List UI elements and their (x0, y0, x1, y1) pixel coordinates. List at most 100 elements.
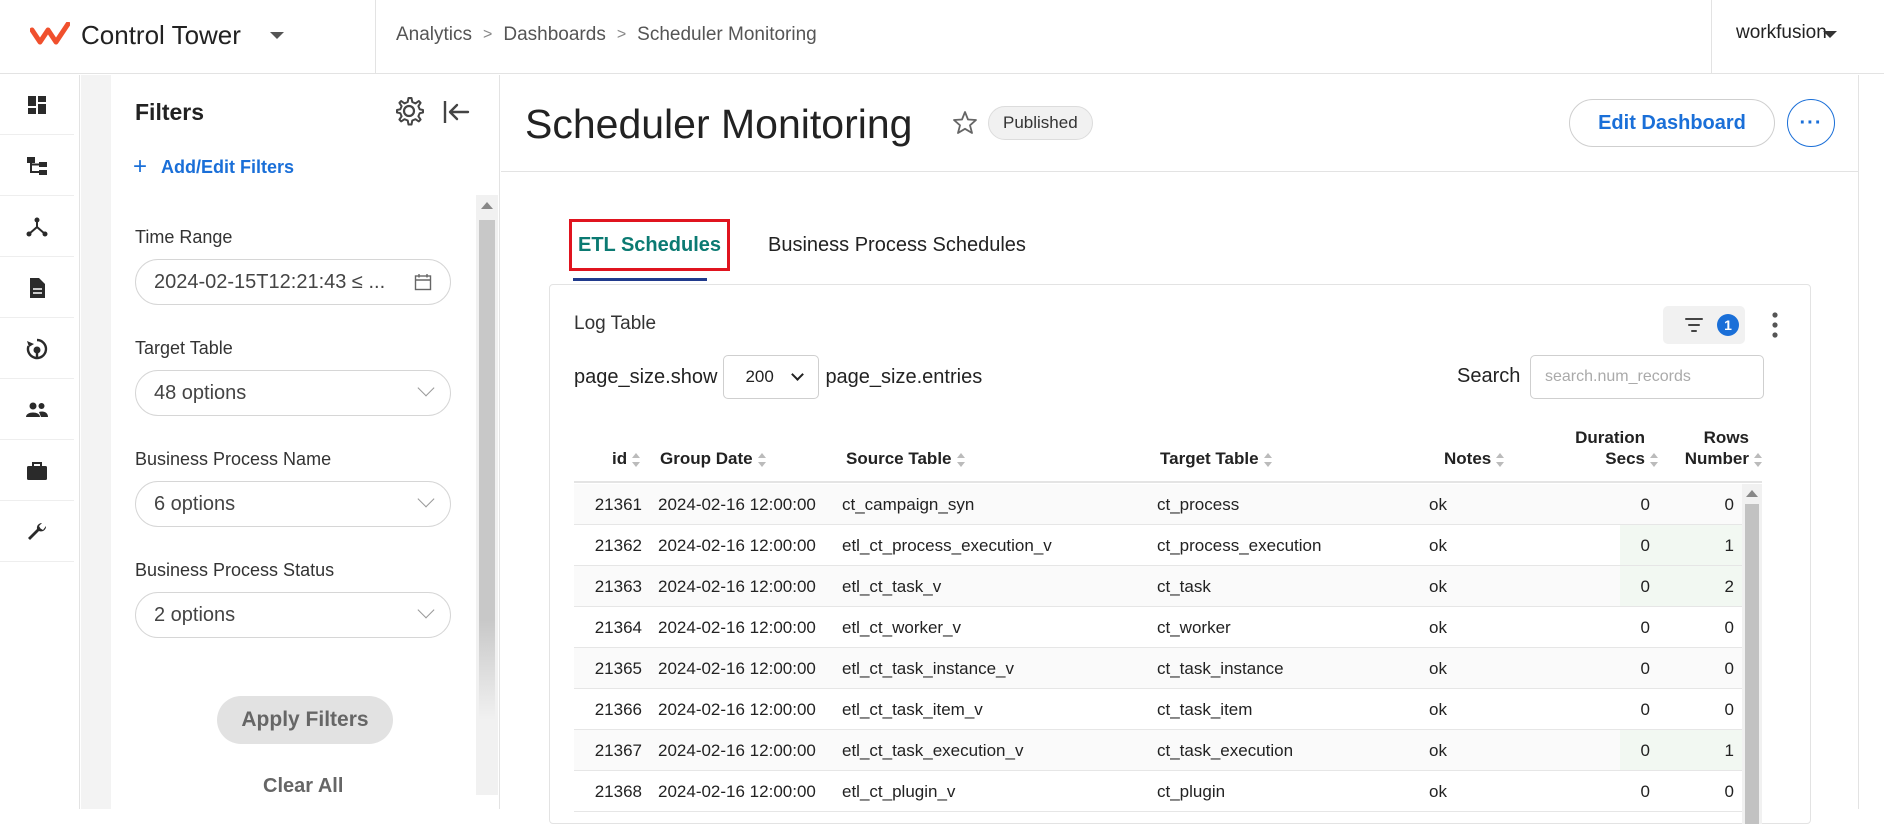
app-switcher-caret-icon[interactable] (270, 32, 284, 39)
cell-target-table: ct_worker (1157, 618, 1231, 637)
filters-gutter (81, 75, 111, 809)
page-size-value: 200 (745, 367, 774, 386)
cell-source-table: etl_ct_task_item_v (842, 700, 983, 719)
search-label: Search (1457, 365, 1521, 387)
collapse-panel-icon[interactable] (441, 97, 471, 127)
users-icon (26, 402, 48, 417)
scroll-up-arrow-icon[interactable] (1746, 490, 1758, 497)
rail-documents[interactable] (0, 258, 74, 318)
filters-scrollbar-thumb[interactable] (479, 220, 495, 720)
status-badge: Published (988, 106, 1093, 140)
table-scrollbar[interactable] (1742, 484, 1762, 824)
column-header-duration-secs[interactable]: Duration Secs (1552, 427, 1658, 470)
user-menu[interactable]: workfusion (1736, 22, 1827, 44)
column-header-rows-number[interactable]: Rows Number (1670, 427, 1762, 470)
more-options-button[interactable]: ··· (1787, 99, 1835, 147)
chevron-down-icon (417, 490, 435, 508)
hierarchy-icon (27, 156, 47, 175)
cell-group-date: 2024-02-16 12:00:00 (658, 782, 816, 801)
business-process-name-value: 6 options (154, 492, 236, 515)
table-scrollbar-thumb[interactable] (1745, 504, 1759, 824)
clear-all-button[interactable]: Clear All (263, 775, 343, 798)
nav-rail (0, 75, 80, 809)
filter-icon (1685, 318, 1703, 332)
rail-users[interactable] (0, 380, 74, 440)
chevron-down-icon (791, 368, 805, 381)
cell-target-table: ct_task_item (1157, 700, 1253, 719)
table-row[interactable]: 21363 2024-02-16 12:00:00 etl_ct_task_v ct_… (574, 566, 1742, 607)
dashboard-main: Scheduler Monitoring Published Edit Dash… (501, 75, 1859, 824)
rail-settings[interactable] (0, 502, 74, 562)
cell-rows-number: 0 (1724, 782, 1734, 801)
cell-target-table: ct_process (1157, 495, 1240, 514)
cell-group-date: 2024-02-16 12:00:00 (658, 741, 816, 760)
business-process-name-select[interactable]: 6 options (135, 481, 451, 527)
cell-id: 21362 (594, 536, 642, 555)
rail-dashboards[interactable] (0, 75, 74, 135)
breadcrumb-dashboards[interactable]: Dashboards (503, 24, 605, 46)
divider (375, 0, 376, 74)
cell-rows-number: 2 (1724, 577, 1734, 596)
table-row[interactable]: 21361 2024-02-16 12:00:00 ct_campaign_syn c… (574, 484, 1742, 525)
table-header: id Group Date Source Table Target Table … (574, 417, 1762, 483)
rail-cycle[interactable] (0, 319, 74, 379)
table-row[interactable]: 21367 2024-02-16 12:00:00 etl_ct_task_exec… (574, 730, 1742, 771)
cell-group-date: 2024-02-16 12:00:00 (658, 618, 816, 637)
sort-icon (1496, 453, 1505, 467)
tab-business-process-schedules[interactable]: Business Process Schedules (768, 225, 1026, 265)
edit-dashboard-button[interactable]: Edit Dashboard (1569, 99, 1775, 147)
cell-id: 21361 (594, 495, 642, 514)
cell-group-date: 2024-02-16 12:00:00 (658, 577, 816, 596)
star-icon[interactable] (951, 109, 979, 137)
column-header-id[interactable]: id (612, 448, 641, 469)
table-row[interactable]: 21364 2024-02-16 12:00:00 etl_ct_worker_v c… (574, 607, 1742, 648)
calendar-icon[interactable] (414, 273, 432, 291)
add-edit-filters-button[interactable]: + Add/Edit Filters (133, 153, 294, 181)
cell-group-date: 2024-02-16 12:00:00 (658, 495, 816, 514)
cell-notes: ok (1429, 577, 1447, 596)
target-table-value: 48 options (154, 381, 247, 404)
column-header-target-table[interactable]: Target Table (1160, 448, 1272, 469)
page-size-select[interactable]: 200 (723, 355, 820, 399)
divider (501, 171, 1859, 172)
app-title[interactable]: Control Tower (81, 20, 241, 51)
plus-icon: + (133, 153, 148, 180)
business-process-status-select[interactable]: 2 options (135, 592, 451, 638)
breadcrumb-analytics[interactable]: Analytics (396, 24, 472, 46)
scroll-up-arrow-icon[interactable] (481, 202, 493, 209)
table-row[interactable]: 21368 2024-02-16 12:00:00 etl_ct_plugin_v c… (574, 771, 1742, 812)
table-filter-button[interactable]: 1 (1663, 306, 1745, 344)
column-header-source-table[interactable]: Source Table (846, 448, 965, 469)
time-range-field[interactable]: 2024-02-15T12:21:43 ≤ ... (135, 259, 451, 305)
user-menu-caret-icon[interactable] (1823, 31, 1837, 38)
rail-hierarchy[interactable] (0, 136, 74, 196)
cell-notes: ok (1429, 782, 1447, 801)
workfusion-logo-icon[interactable] (30, 22, 70, 50)
table-row[interactable]: 21362 2024-02-16 12:00:00 etl_ct_process_e… (574, 525, 1742, 566)
search-input[interactable] (1530, 355, 1764, 399)
apply-filters-button[interactable]: Apply Filters (217, 696, 393, 744)
filters-title: Filters (135, 99, 205, 125)
rail-network[interactable] (0, 197, 74, 257)
cell-id: 21365 (594, 659, 642, 678)
cell-rows-number: 0 (1724, 700, 1734, 719)
kebab-menu-icon[interactable] (1772, 312, 1778, 338)
cell-group-date: 2024-02-16 12:00:00 (658, 659, 816, 678)
gear-icon[interactable] (393, 95, 425, 127)
chevron-right-icon: > (483, 26, 493, 43)
page-size-entries-label: page_size.entries (825, 365, 983, 388)
column-header-group-date[interactable]: Group Date (660, 448, 766, 469)
active-tab-indicator (573, 278, 707, 281)
tab-etl-schedules[interactable]: ETL Schedules (569, 219, 731, 271)
cell-rows-number: 1 (1724, 741, 1734, 760)
rail-work[interactable] (0, 441, 74, 501)
filters-panel: Filters + Add/Edit Filters Time Range 20… (111, 75, 500, 809)
chevron-right-icon: > (616, 26, 627, 43)
column-header-notes[interactable]: Notes (1444, 448, 1505, 469)
cell-rows-number: 1 (1724, 536, 1734, 555)
table-row[interactable]: 21365 2024-02-16 12:00:00 etl_ct_task_inst… (574, 648, 1742, 689)
sort-icon (1650, 453, 1658, 467)
table-row[interactable]: 21366 2024-02-16 12:00:00 etl_ct_task_item… (574, 689, 1742, 730)
cell-notes: ok (1429, 741, 1447, 760)
target-table-select[interactable]: 48 options (135, 370, 451, 416)
